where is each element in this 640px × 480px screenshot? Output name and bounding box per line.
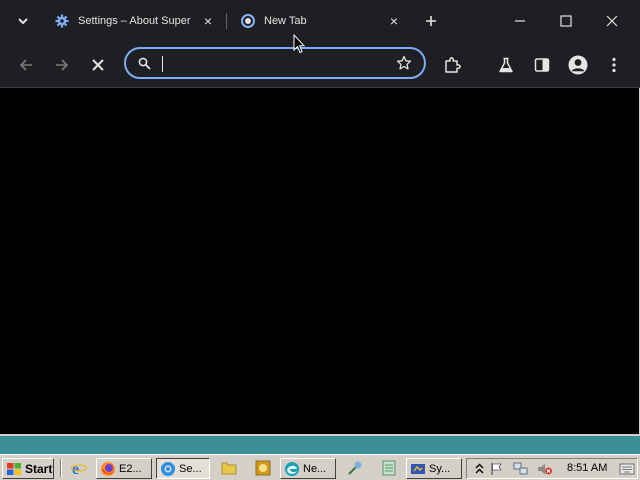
chevron-down-icon xyxy=(18,17,28,24)
taskbar-task-firefox[interactable]: E2... xyxy=(96,458,152,479)
stop-loading-button[interactable] xyxy=(84,52,112,78)
tab-title: New Tab xyxy=(264,15,307,27)
star-icon xyxy=(396,55,412,70)
system-tray: 8:51 AM xyxy=(466,458,638,479)
close-icon xyxy=(92,59,104,71)
arrow-right-icon xyxy=(56,59,69,71)
tray-expand-button[interactable] xyxy=(471,461,487,477)
more-vert-icon xyxy=(612,57,616,73)
chevron-up-icon xyxy=(475,463,483,474)
address-bar[interactable] xyxy=(124,47,426,79)
task-label: Ne... xyxy=(303,462,327,475)
taskbar-separator xyxy=(60,459,62,477)
chrome-icon xyxy=(161,461,175,476)
taskbar-task-system[interactable]: Sy... xyxy=(406,458,462,479)
omnibox-input[interactable] xyxy=(160,53,392,73)
close-window-button[interactable] xyxy=(590,6,634,36)
avatar-icon xyxy=(568,55,588,75)
toolbar xyxy=(0,42,640,88)
tab-settings[interactable]: Settings – About Super × xyxy=(46,6,222,36)
edge-icon xyxy=(285,461,299,476)
labs-button[interactable] xyxy=(492,52,520,78)
clock[interactable]: 8:51 AM xyxy=(567,462,607,474)
arrow-left-icon xyxy=(19,59,32,71)
tool-icon xyxy=(348,461,362,475)
volume-muted-icon[interactable] xyxy=(537,461,553,477)
minimize-icon xyxy=(515,20,525,22)
task-label: Sy... xyxy=(429,462,451,475)
start-label: Start xyxy=(25,461,53,476)
tab-search-button[interactable] xyxy=(10,10,36,32)
tab-new-tab[interactable]: New Tab × xyxy=(232,6,408,36)
network-icon[interactable] xyxy=(513,461,529,477)
task-label: Se... xyxy=(179,462,202,475)
side-panel-icon xyxy=(534,58,550,72)
new-tab-button[interactable] xyxy=(420,11,442,31)
minimize-button[interactable] xyxy=(498,6,542,36)
loading-spinner-icon xyxy=(240,13,256,29)
app-icon xyxy=(255,460,271,476)
gear-icon xyxy=(54,13,70,29)
extensions-button[interactable] xyxy=(438,52,466,78)
close-tab-button[interactable]: × xyxy=(386,13,402,29)
text-caret xyxy=(162,56,163,72)
quicklaunch-app-button[interactable] xyxy=(254,459,272,477)
tab-strip: Settings – About Super × New Tab × xyxy=(0,0,640,42)
search-icon xyxy=(132,57,156,70)
close-icon xyxy=(606,15,618,27)
profile-button[interactable] xyxy=(564,52,592,78)
start-button[interactable]: Start xyxy=(2,458,54,479)
page-content xyxy=(0,89,637,434)
flask-icon xyxy=(499,57,513,73)
back-button[interactable] xyxy=(12,52,40,78)
mouse-cursor-icon xyxy=(293,34,305,54)
bookmark-star-button[interactable] xyxy=(392,55,416,71)
close-tab-button[interactable]: × xyxy=(200,13,216,29)
firefox-icon xyxy=(101,461,115,476)
folder-icon xyxy=(221,462,237,475)
side-panel-button[interactable] xyxy=(528,52,556,78)
quicklaunch-folder-button[interactable] xyxy=(220,459,238,477)
flag-icon[interactable] xyxy=(489,461,505,477)
taskbar-task-edge[interactable]: Ne... xyxy=(280,458,336,479)
tab-separator xyxy=(226,13,227,29)
windows-logo-icon xyxy=(7,462,21,475)
quicklaunch-notepad-button[interactable] xyxy=(380,459,398,477)
forward-button[interactable] xyxy=(48,52,76,78)
plus-icon xyxy=(426,16,436,26)
quicklaunch-tool-button[interactable] xyxy=(346,459,364,477)
maximize-icon xyxy=(560,15,572,27)
menu-button[interactable] xyxy=(600,52,628,78)
notepad-icon xyxy=(382,460,396,476)
puzzle-icon xyxy=(445,57,461,73)
maximize-button[interactable] xyxy=(544,6,588,36)
taskbar-task-chrome[interactable]: Se... xyxy=(156,458,210,479)
internet-explorer-icon: e xyxy=(71,461,87,476)
browser-window: Settings – About Super × New Tab × xyxy=(0,0,640,436)
taskbar: Start e E2... Se... Ne... Sy... 8:51 AM xyxy=(0,454,640,480)
svg-text:e: e xyxy=(72,461,79,476)
keyboard-icon[interactable] xyxy=(619,461,635,477)
tab-title: Settings – About Super xyxy=(78,15,191,27)
ie-quicklaunch-button[interactable]: e xyxy=(70,459,88,477)
system-icon xyxy=(411,463,425,474)
task-label: E2... xyxy=(119,462,142,475)
